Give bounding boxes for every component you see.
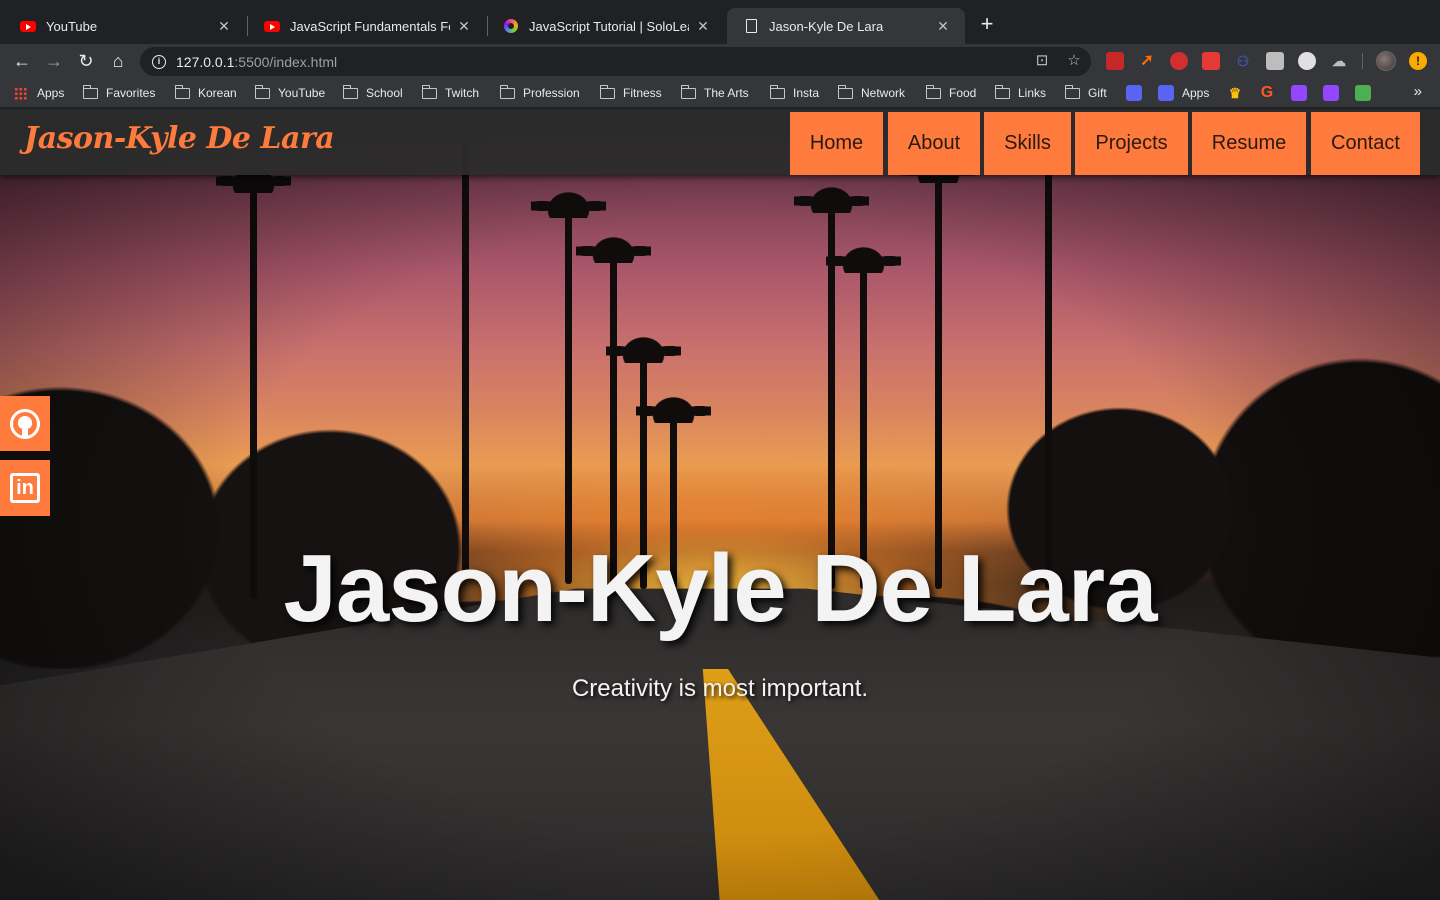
cloud-extension-icon[interactable]: ☁ [1330, 52, 1348, 70]
discord-icon [1158, 85, 1174, 101]
close-icon[interactable]: ✕ [456, 18, 472, 35]
forward-arrow-icon[interactable]: → [42, 49, 66, 73]
tab-sololearn[interactable]: JavaScript Tutorial | SoloLearn ✕ [487, 8, 725, 44]
folder-icon [994, 84, 1010, 99]
nav-about[interactable]: About [888, 112, 980, 175]
bookmark-school[interactable]: School [342, 84, 403, 102]
folder-icon [254, 84, 270, 99]
profile-avatar[interactable] [1376, 51, 1396, 71]
new-tab-button[interactable]: + [975, 13, 999, 37]
folder-icon [837, 84, 853, 99]
reload-icon[interactable]: ↻ [74, 49, 98, 73]
bookmark-crown[interactable]: ♛ [1227, 84, 1243, 102]
twitch-icon [1323, 85, 1339, 101]
back-arrow-icon[interactable]: ← [10, 49, 34, 73]
folder-icon [925, 84, 941, 99]
apps-grid-icon [14, 86, 27, 100]
people-extension-icon[interactable]: ⚇ [1234, 52, 1252, 70]
crown-icon: ♛ [1228, 85, 1242, 101]
cube-icon [1355, 85, 1371, 101]
bookmark-insta[interactable]: Insta [769, 84, 819, 102]
close-icon[interactable]: ✕ [695, 18, 711, 35]
bookmarks-overflow-button[interactable]: » [1414, 83, 1422, 100]
youtube-icon [20, 18, 36, 34]
tab-title: YouTube [46, 18, 98, 34]
nav-skills[interactable]: Skills [984, 112, 1071, 175]
bookmark-network[interactable]: Network [837, 84, 905, 102]
background-vignette [0, 109, 1440, 900]
bookmark-youtube[interactable]: YouTube [254, 84, 325, 102]
github-link[interactable] [0, 396, 50, 451]
page-viewport: Jason-Kyle De Lara Home About Skills Pro… [0, 109, 1440, 900]
nav-resume[interactable]: Resume [1192, 112, 1306, 175]
folder-icon [174, 84, 190, 99]
youtube-icon [264, 18, 280, 34]
bookmark-gift[interactable]: Gift [1064, 84, 1107, 102]
bookmarks-bar: Apps Favorites Korean YouTube School Twi… [0, 78, 1440, 108]
nav-contact[interactable]: Contact [1311, 112, 1420, 175]
document-icon [743, 18, 759, 34]
site-info-icon[interactable]: i [152, 54, 166, 69]
tab-title: JavaScript Fundamentals For E [290, 18, 450, 34]
g-logo-icon: G [1260, 84, 1274, 101]
folder-icon [82, 84, 98, 99]
translate-icon[interactable]: ⊡ [1033, 52, 1051, 70]
arrow-extension-icon[interactable]: ➚ [1138, 52, 1156, 70]
site-brand[interactable]: Jason-Kyle De Lara [24, 121, 335, 156]
bookmark-cube[interactable] [1355, 84, 1371, 102]
bookmark-links[interactable]: Links [994, 84, 1046, 102]
nav-home[interactable]: Home [790, 112, 883, 175]
bookmark-apps-discord[interactable]: Apps [1158, 84, 1209, 102]
bookmark-favorites[interactable]: Favorites [82, 84, 155, 102]
folder-icon [1064, 84, 1080, 99]
bookmark-korean[interactable]: Korean [174, 84, 237, 102]
folder-icon [680, 84, 696, 99]
close-icon[interactable]: ✕ [216, 18, 232, 35]
tab-title: JavaScript Tutorial | SoloLearn [529, 18, 689, 34]
hero-subtitle: Creativity is most important. [571, 675, 869, 702]
hero-title: Jason-Kyle De Lara [283, 535, 1157, 642]
bookmark-twitch-2[interactable] [1323, 84, 1339, 102]
discord-icon [1126, 85, 1142, 101]
linkedin-icon: in [10, 473, 40, 503]
folder-icon [599, 84, 615, 99]
nav-projects[interactable]: Projects [1075, 112, 1188, 175]
close-icon[interactable]: ✕ [935, 18, 951, 35]
bookmark-food[interactable]: Food [925, 84, 976, 102]
bookmark-discord[interactable] [1126, 84, 1142, 102]
bookmark-apps[interactable]: Apps [14, 84, 64, 102]
sololearn-icon [503, 18, 519, 34]
url-text[interactable]: 127.0.0.1:5500/index.html [176, 54, 337, 70]
bookmark-g[interactable]: G [1259, 84, 1275, 102]
tab-javascript-fundamentals[interactable]: JavaScript Fundamentals For E ✕ [248, 8, 486, 44]
youtube-extension-icon[interactable] [1202, 52, 1220, 70]
twitch-icon [1291, 85, 1307, 101]
bookmark-profession[interactable]: Profession [499, 84, 580, 102]
home-icon[interactable]: ⌂ [106, 49, 130, 73]
ublock-extension-icon[interactable] [1170, 52, 1188, 70]
screen-extension-icon[interactable] [1266, 52, 1284, 70]
github-icon [10, 408, 40, 439]
folder-icon [421, 84, 437, 99]
bookmark-star-icon[interactable]: ☆ [1065, 52, 1083, 70]
tab-title: Jason-Kyle De Lara [769, 18, 884, 34]
bookmark-the-arts[interactable]: The Arts [680, 84, 749, 102]
folder-icon [769, 84, 785, 99]
gmail-extension-icon[interactable] [1106, 52, 1124, 70]
toolbar-separator [1362, 53, 1363, 69]
folder-icon [499, 84, 515, 99]
folder-icon [342, 84, 358, 99]
site-navbar: Jason-Kyle De Lara Home About Skills Pro… [0, 109, 1440, 175]
tab-jason-kyle-de-lara[interactable]: Jason-Kyle De Lara ✕ [727, 8, 965, 44]
tab-strip: YouTube ✕ JavaScript Fundamentals For E … [0, 0, 1440, 44]
update-alert-icon[interactable]: ! [1409, 52, 1427, 70]
tab-youtube[interactable]: YouTube ✕ [4, 8, 246, 44]
bookmark-twitch[interactable]: Twitch [421, 84, 479, 102]
bookmark-fitness[interactable]: Fitness [599, 84, 662, 102]
linkedin-link[interactable]: in [0, 460, 50, 516]
bookmark-twitch-1[interactable] [1291, 84, 1307, 102]
address-bar[interactable]: i 127.0.0.1:5500/index.html ⊡ ☆ [140, 47, 1091, 76]
grammar-extension-icon[interactable] [1298, 52, 1316, 70]
browser-toolbar: ← → ↻ ⌂ i 127.0.0.1:5500/index.html ⊡ ☆ … [0, 44, 1440, 78]
